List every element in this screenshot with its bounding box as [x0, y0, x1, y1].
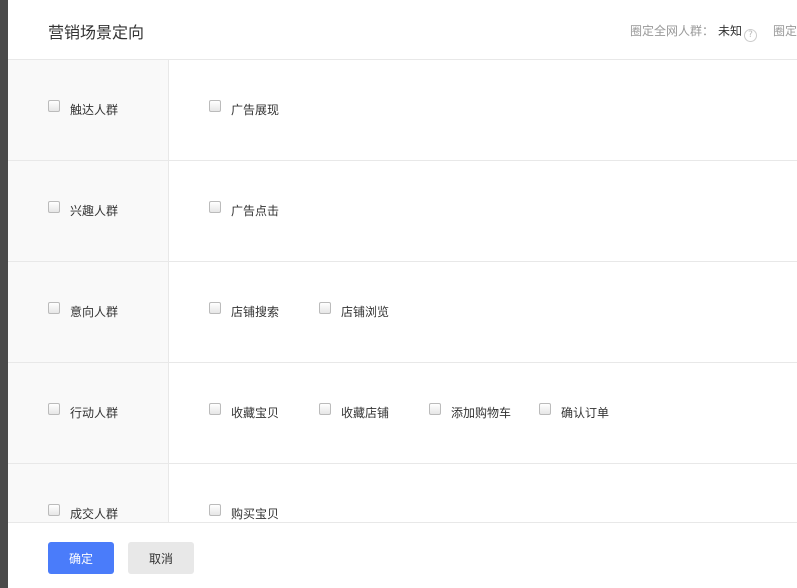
checkbox-icon[interactable] [48, 402, 60, 415]
audience-row: 触达人群 广告展现 [8, 60, 797, 161]
option-label: 收藏店铺 [341, 406, 390, 420]
option-checkbox[interactable]: 收藏宝贝 [209, 402, 280, 421]
audience-value: 未知 [718, 24, 743, 38]
option-checkbox[interactable]: 添加购物车 [429, 402, 512, 421]
row-options: 收藏宝贝 收藏店铺 添加购物车 确认订单 [169, 363, 797, 463]
checkbox-icon[interactable] [48, 99, 60, 112]
category-checkbox[interactable]: 兴趣人群 [48, 200, 119, 219]
row-category: 行动人群 [8, 363, 169, 463]
help-icon[interactable]: ? [744, 29, 758, 42]
category-label: 意向人群 [70, 305, 119, 319]
audience-table: 触达人群 广告展现兴趣人群 广告点击意向人群 店铺搜索 店铺浏览行动人群 收藏宝贝 收藏店铺… [8, 60, 797, 522]
row-category: 兴趣人群 [8, 161, 169, 261]
checkbox-icon[interactable] [209, 200, 221, 213]
checkbox-icon[interactable] [539, 402, 551, 415]
option-label: 店铺浏览 [341, 305, 390, 319]
checkbox-icon[interactable] [209, 301, 221, 314]
checkbox-icon[interactable] [48, 503, 60, 516]
audience-info: 圈定全网人群： 未知? 圈定 [630, 22, 797, 42]
dialog-header: 营销场景定向 圈定全网人群： 未知? 圈定 [8, 0, 797, 60]
option-label: 广告展现 [231, 103, 280, 117]
checkbox-icon[interactable] [209, 503, 221, 516]
checkbox-icon[interactable] [319, 402, 331, 415]
confirm-button[interactable]: 确定 [48, 542, 114, 574]
row-options: 广告展现 [169, 60, 797, 160]
row-category: 意向人群 [8, 262, 169, 362]
checkbox-icon[interactable] [48, 200, 60, 213]
checkbox-icon[interactable] [209, 99, 221, 112]
option-checkbox[interactable]: 广告点击 [209, 200, 280, 219]
checkbox-icon[interactable] [48, 301, 60, 314]
option-label: 购买宝贝 [231, 507, 280, 521]
category-checkbox[interactable]: 意向人群 [48, 301, 119, 320]
dialog: 营销场景定向 圈定全网人群： 未知? 圈定 触达人群 广告展现兴趣人群 广告点击意向人群… [8, 0, 797, 588]
option-label: 店铺搜索 [231, 305, 280, 319]
option-checkbox[interactable]: 店铺浏览 [319, 301, 390, 320]
row-options: 广告点击 [169, 161, 797, 261]
checkbox-icon[interactable] [429, 402, 441, 415]
option-checkbox[interactable]: 店铺搜索 [209, 301, 280, 320]
audience-row: 意向人群 店铺搜索 店铺浏览 [8, 262, 797, 363]
audience-row: 兴趣人群 广告点击 [8, 161, 797, 262]
audience-row: 成交人群 购买宝贝 [8, 464, 797, 522]
row-options: 购买宝贝 [169, 464, 797, 522]
row-options: 店铺搜索 店铺浏览 [169, 262, 797, 362]
option-checkbox[interactable]: 广告展现 [209, 99, 280, 118]
audience-label: 圈定全网人群： [630, 24, 715, 38]
dialog-footer: 确定 取消 [8, 522, 797, 588]
option-checkbox[interactable]: 购买宝贝 [209, 503, 280, 522]
option-label: 收藏宝贝 [231, 406, 280, 420]
row-category: 成交人群 [8, 464, 169, 522]
category-label: 成交人群 [70, 507, 119, 521]
cancel-button[interactable]: 取消 [128, 542, 194, 574]
category-label: 兴趣人群 [70, 204, 119, 218]
option-label: 添加购物车 [451, 406, 512, 420]
dialog-title: 营销场景定向 [48, 23, 145, 42]
category-label: 行动人群 [70, 406, 119, 420]
category-checkbox[interactable]: 行动人群 [48, 402, 119, 421]
category-checkbox[interactable]: 成交人群 [48, 503, 119, 522]
audience-row: 行动人群 收藏宝贝 收藏店铺 添加购物车 确认订单 [8, 363, 797, 464]
category-label: 触达人群 [70, 103, 119, 117]
option-label: 确认订单 [561, 406, 610, 420]
option-label: 广告点击 [231, 204, 280, 218]
option-checkbox[interactable]: 确认订单 [539, 402, 610, 421]
row-category: 触达人群 [8, 60, 169, 160]
option-checkbox[interactable]: 收藏店铺 [319, 402, 390, 421]
category-checkbox[interactable]: 触达人群 [48, 99, 119, 118]
checkbox-icon[interactable] [319, 301, 331, 314]
audience-label-2: 圈定 [773, 24, 797, 38]
checkbox-icon[interactable] [209, 402, 221, 415]
